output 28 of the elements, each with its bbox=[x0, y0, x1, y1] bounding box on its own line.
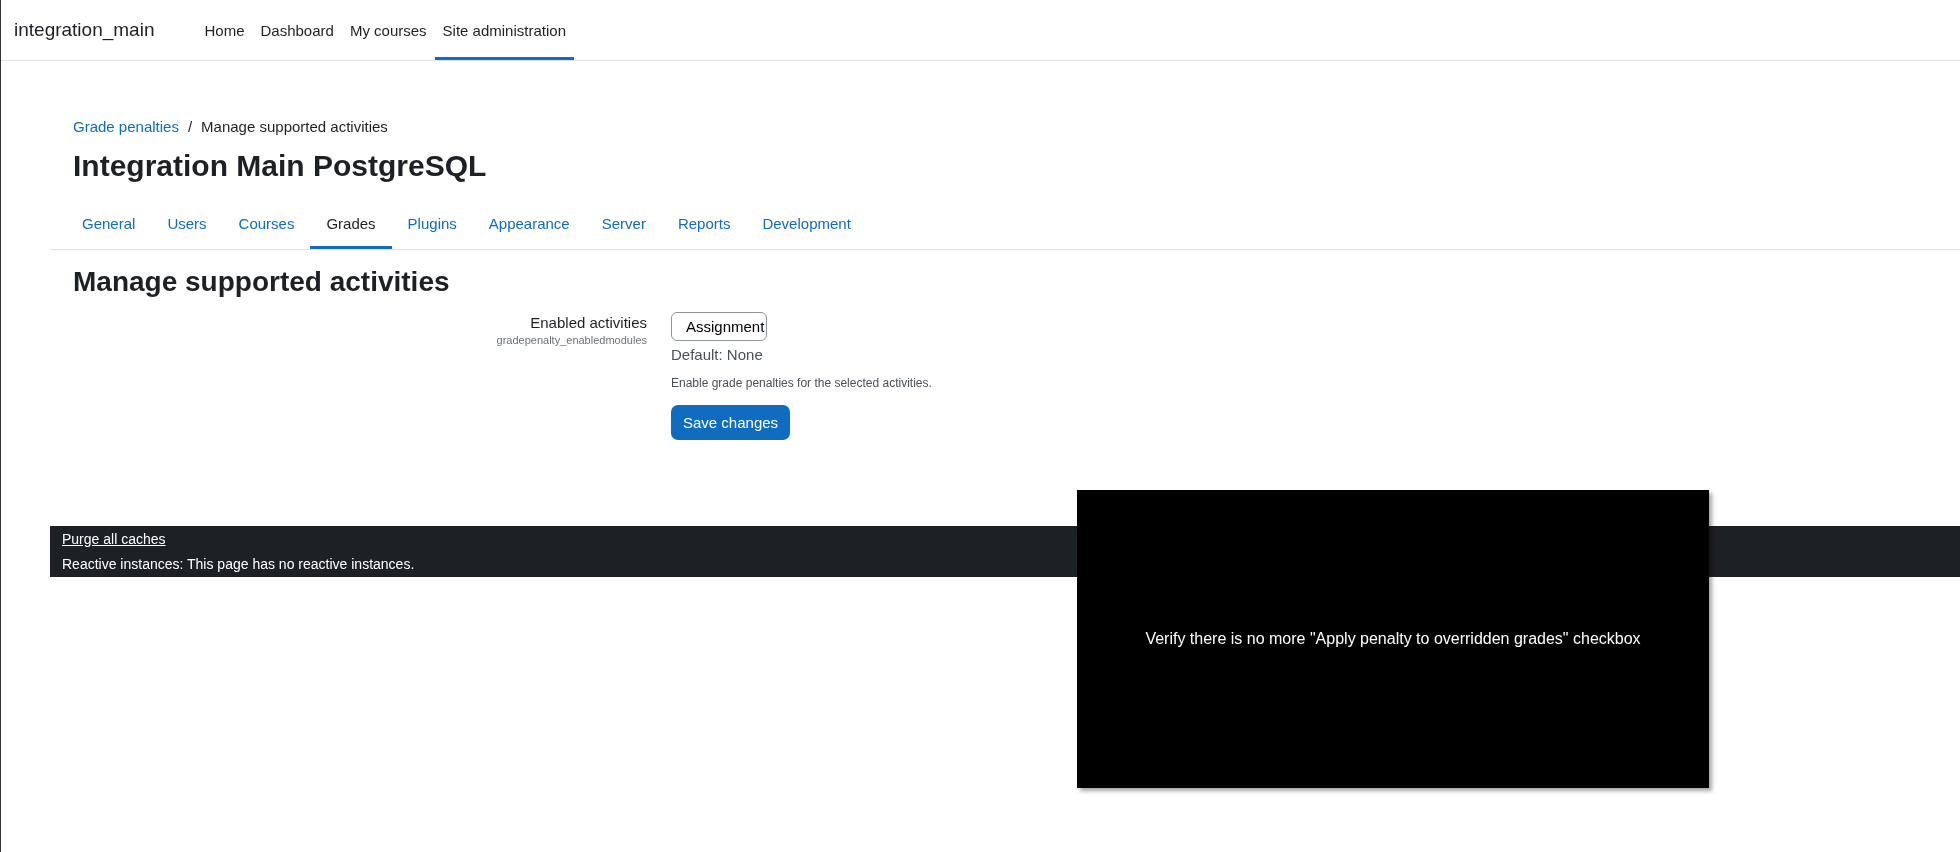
admin-tab[interactable]: Server bbox=[585, 201, 662, 249]
setting-name: gradepenalty_enabledmodules bbox=[496, 334, 647, 346]
nav-link[interactable]: Dashboard bbox=[252, 3, 342, 60]
admin-tab[interactable]: Development bbox=[746, 201, 867, 249]
admin-tab[interactable]: Users bbox=[151, 201, 223, 249]
setting-label: Enabled activities bbox=[530, 314, 647, 331]
breadcrumb-separator: / bbox=[187, 118, 193, 135]
nav-link[interactable]: Home bbox=[196, 3, 253, 60]
section-heading: Manage supported activities bbox=[73, 266, 451, 298]
admin-tab[interactable]: General bbox=[66, 201, 152, 249]
setting-description: Enable grade penalties for the selected activities. bbox=[671, 376, 932, 390]
breadcrumb-link[interactable]: Grade penalties bbox=[73, 118, 179, 135]
footer-text: Reactive instances: This page has no reactive instances. bbox=[62, 556, 416, 572]
caption-text: Verify there is no more "Apply penalty to overridden grades" checkbox bbox=[1145, 630, 1641, 648]
default-value: Default: None bbox=[671, 346, 763, 363]
breadcrumb-current: Manage supported activities bbox=[201, 118, 388, 135]
save-button[interactable]: Save changes bbox=[671, 405, 791, 440]
purge-caches-link[interactable]: Purge all caches bbox=[62, 531, 166, 547]
admin-tab[interactable]: Appearance bbox=[472, 201, 586, 249]
admin-tab[interactable]: Grades bbox=[310, 201, 392, 249]
admin-tab[interactable]: Plugins bbox=[391, 201, 473, 249]
page-title: Integration Main PostgreSQL bbox=[73, 149, 488, 183]
admin-tab[interactable]: Reports bbox=[661, 201, 747, 249]
site-name[interactable]: integration_main bbox=[14, 0, 155, 60]
nav-link[interactable]: My courses bbox=[341, 3, 435, 60]
multiselect-list[interactable]: Assignment bbox=[671, 312, 768, 341]
admin-tab[interactable]: Courses bbox=[222, 201, 311, 249]
nav-link[interactable]: Site administration bbox=[434, 3, 574, 60]
